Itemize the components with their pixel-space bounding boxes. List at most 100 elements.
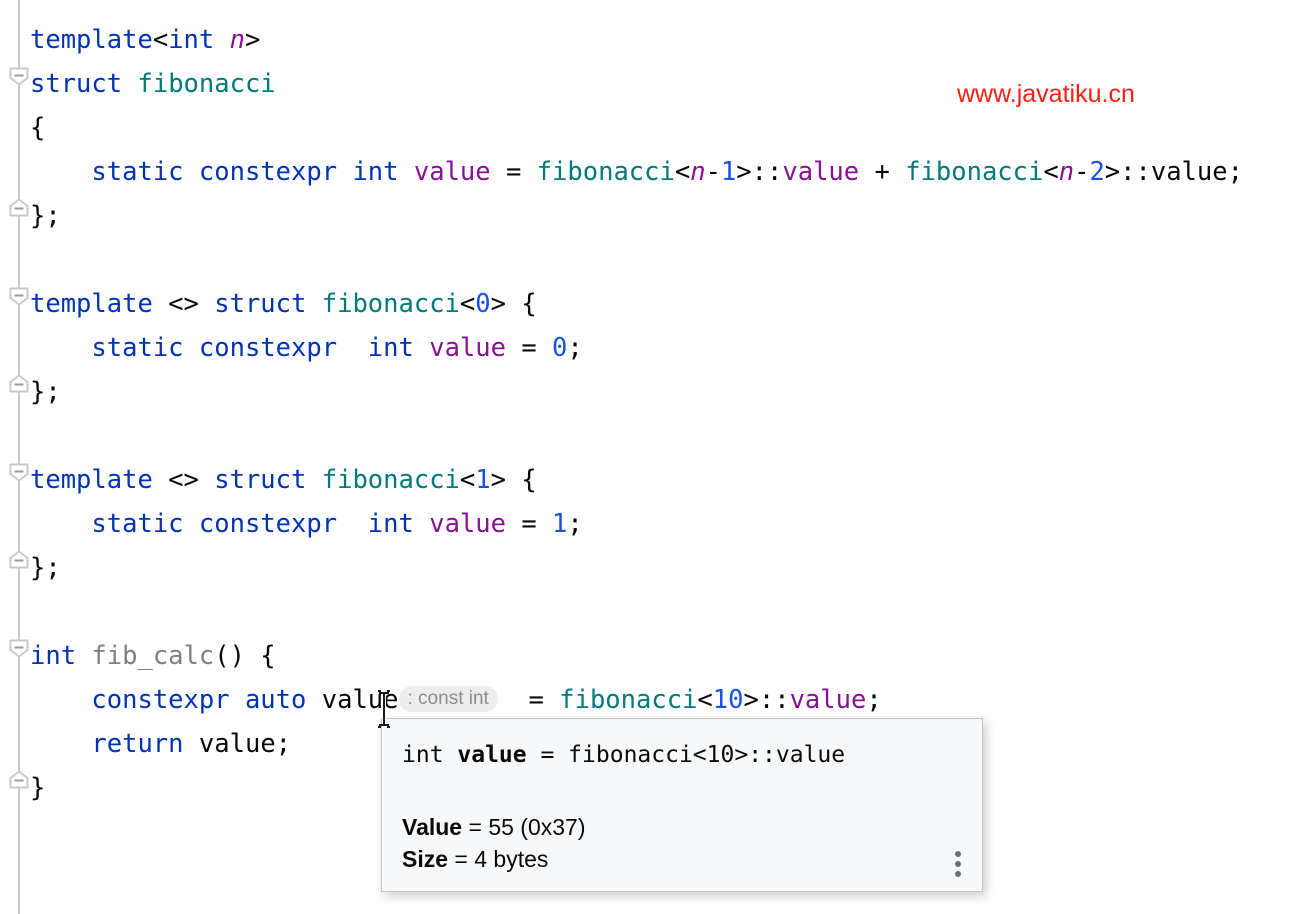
code-token: 0 [552,333,568,363]
code-token: 2 [1089,157,1105,187]
editor-gutter [0,0,30,914]
fold-end-icon[interactable] [8,198,30,218]
site-watermark: www.javatiku.cn [957,80,1135,108]
code-editor[interactable]: template<int n> struct fibonacci { static … [0,0,1304,914]
fold-collapse-icon[interactable] [8,638,30,658]
code-token: constexpr [198,509,338,539]
fold-end-icon[interactable] [8,550,30,570]
code-token: fibonacci [536,157,675,187]
code-token: struct [214,289,307,319]
code-token: <> [152,465,215,495]
quick-documentation-popup[interactable]: int value = fibonacci<10>::value Value =… [381,718,983,892]
code-token: struct [30,69,123,99]
code-token: } [30,773,46,803]
ellipsis-dot [955,871,961,877]
code-token: 0 [475,289,491,319]
code-token: }; [30,201,61,231]
code-token: template [30,465,153,495]
code-token: value [789,685,867,715]
code-line[interactable]: static constexpr int value = fibonacci<n… [30,150,1304,194]
fold-collapse-icon[interactable] [8,286,30,306]
tooltip-value-label: Value [402,814,463,840]
code-content[interactable]: template<int n> struct fibonacci { static … [30,0,1304,810]
code-token: value [429,333,506,363]
code-token: - [1074,157,1090,187]
code-token: fib_calc [91,641,215,671]
ellipsis-dot [955,861,961,867]
code-token: fibonacci [905,157,1044,187]
ellipsis-dot [955,851,961,857]
code-line[interactable]: { [30,106,1304,150]
code-token: > { [490,465,537,495]
fold-end-icon[interactable] [8,374,30,394]
code-line[interactable]: constexpr auto value: const int = fibona… [30,678,1304,722]
code-token: - [705,157,721,187]
code-token: 1 [720,157,737,187]
code-token: = [505,333,553,363]
code-line[interactable]: }; [30,370,1304,414]
code-token: int [367,509,414,539]
fold-collapse-icon[interactable] [8,462,30,482]
code-line[interactable]: template <> struct fibonacci<1> { [30,458,1304,502]
code-token: n [1058,157,1075,187]
code-token: = [505,509,553,539]
code-token: value [321,685,399,715]
tooltip-signature-prefix: int [402,742,458,768]
code-token: < [1043,157,1059,187]
code-token: value [782,157,860,187]
code-token: () { [214,641,276,671]
code-token: < [152,25,169,55]
code-token: }; [30,553,61,583]
code-line[interactable]: static constexpr int value = 1; [30,502,1304,546]
code-token: >::value; [1104,157,1243,187]
code-token: <> [152,289,215,319]
code-token: >:: [736,157,783,187]
tooltip-value-separator: = [462,814,489,840]
code-line[interactable] [30,590,1304,634]
code-line[interactable]: int fib_calc() { [30,634,1304,678]
code-token: n [229,25,245,55]
code-token: static [91,333,184,363]
code-line[interactable]: template<int n> [30,18,1304,62]
code-line[interactable]: static constexpr int value = 0; [30,326,1304,370]
code-token: 1 [475,465,491,495]
inline-type-hint[interactable]: : const int [398,686,498,712]
code-token: ; [866,685,882,715]
tooltip-value-row: Value = 55 (0x37) [402,812,586,842]
vertical-ellipsis-icon[interactable] [950,851,966,877]
code-line[interactable]: template <> struct fibonacci<0> { [30,282,1304,326]
code-token: int [168,25,215,55]
code-line[interactable]: }; [30,194,1304,238]
code-token: ; [567,333,583,363]
code-line[interactable] [30,238,1304,282]
code-token: < [459,289,476,319]
code-token: }; [30,377,61,407]
code-token: < [674,157,691,187]
code-token: { [30,113,46,143]
fold-collapse-icon[interactable] [8,66,30,86]
code-token: int [352,157,399,187]
fold-end-icon[interactable] [8,770,30,790]
tooltip-size-text: 4 bytes [474,846,549,872]
code-line[interactable]: }; [30,546,1304,590]
code-token: = [497,685,560,715]
code-line[interactable] [30,414,1304,458]
